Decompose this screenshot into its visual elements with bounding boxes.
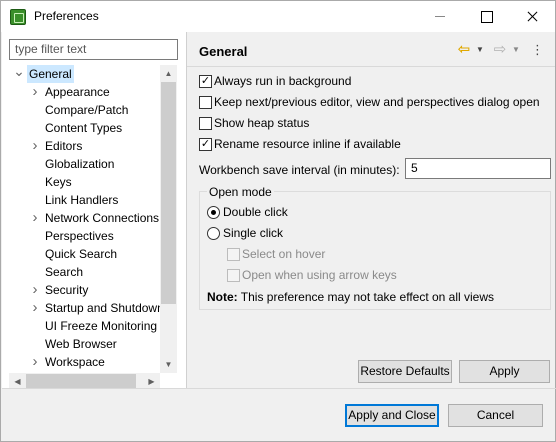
radio-selected-icon[interactable] xyxy=(207,206,220,219)
maximize-button[interactable] xyxy=(463,1,509,32)
tree-item-label: Globalization xyxy=(45,157,115,171)
checkbox-icon[interactable] xyxy=(227,248,240,261)
tree-item-label: Compare/Patch xyxy=(45,103,129,117)
eclipse-app-icon xyxy=(10,9,26,25)
preferences-nav-pane: type filter text ⌄ General › Appearance Comp… xyxy=(2,32,186,390)
collapse-chevron-icon[interactable]: › xyxy=(29,83,41,101)
window-title: Preferences xyxy=(34,9,99,23)
tree-item[interactable]: › Appearance xyxy=(9,83,177,101)
header-divider xyxy=(187,66,555,67)
scroll-thumb[interactable] xyxy=(161,82,176,304)
tree-item[interactable]: › Editors xyxy=(9,137,177,155)
tree-item-label: Perspectives xyxy=(45,229,114,243)
collapse-chevron-icon[interactable]: › xyxy=(29,281,41,299)
tree-item[interactable]: Globalization xyxy=(9,155,177,173)
collapse-chevron-icon[interactable]: › xyxy=(29,299,41,317)
tree-item-label: Editors xyxy=(45,139,83,153)
forward-arrow-icon[interactable]: ⇨ xyxy=(491,40,509,60)
apply-button[interactable]: Apply xyxy=(459,360,550,383)
tree-item[interactable]: Web Browser xyxy=(9,335,177,353)
tree-item[interactable]: › Network Connections xyxy=(9,209,177,227)
tree-item-label: Workspace xyxy=(45,355,105,369)
title-bar: Preferences xyxy=(1,1,555,32)
tree-vertical-scrollbar[interactable]: ▲ ▼ xyxy=(160,65,177,373)
checkbox-icon[interactable]: ✓ xyxy=(199,138,212,151)
tree-item-label: Search xyxy=(45,265,84,279)
footer-divider xyxy=(2,388,556,389)
apply-and-close-button[interactable]: Apply and Close xyxy=(345,404,439,427)
scroll-up-arrow-icon[interactable]: ▲ xyxy=(160,65,177,82)
page-title: General xyxy=(199,44,248,59)
scroll-down-arrow-icon[interactable]: ▼ xyxy=(160,356,177,373)
tree-item[interactable]: › Security xyxy=(9,281,177,299)
close-button[interactable] xyxy=(509,1,555,32)
restore-defaults-button[interactable]: Restore Defaults xyxy=(358,360,452,383)
tree-item-label: Appearance xyxy=(45,85,110,99)
tree-item[interactable]: › Workspace xyxy=(9,353,177,371)
checkbox-icon[interactable]: ✓ xyxy=(199,75,212,88)
tree-item-label: Startup and Shutdown xyxy=(45,301,164,315)
tree-item[interactable]: › Startup and Shutdown xyxy=(9,299,177,317)
tree-item[interactable]: Search xyxy=(9,263,177,281)
tree-item-label: Link Handlers xyxy=(45,193,119,207)
view-menu-icon[interactable]: ⋮ xyxy=(531,40,544,60)
tree-item-label: UI Freeze Monitoring xyxy=(45,319,158,333)
tree-item-label: Security xyxy=(45,283,89,297)
expand-chevron-icon[interactable]: ⌄ xyxy=(13,65,25,83)
filter-input[interactable]: type filter text xyxy=(9,39,178,60)
checkbox-icon[interactable] xyxy=(199,117,212,130)
preferences-tree: ⌄ General › Appearance Compare/Patch Content … xyxy=(9,65,177,373)
radio-unselected-icon[interactable] xyxy=(207,227,220,240)
collapse-chevron-icon[interactable]: › xyxy=(29,137,41,155)
tree-item-label: Keys xyxy=(45,175,72,189)
collapse-chevron-icon[interactable]: › xyxy=(29,209,41,227)
tree-item-label: Network Connections xyxy=(45,211,160,225)
tree-item[interactable]: Compare/Patch xyxy=(9,101,177,119)
preferences-window: Preferences type filter text ⌄ General › Ap… xyxy=(0,0,556,442)
tree-item[interactable]: ⌄ General xyxy=(9,65,177,83)
minimize-button[interactable] xyxy=(417,1,463,32)
tree-item-label: General xyxy=(27,65,74,83)
collapse-chevron-icon[interactable]: › xyxy=(29,353,41,371)
tree-item-label: Web Browser xyxy=(45,337,117,351)
back-dropdown-icon[interactable]: ▼ xyxy=(475,40,485,60)
preference-page: General ⇦ ▼ ⇨ ▼ ⋮ ✓ Always run in backgr… xyxy=(187,32,555,388)
tree-item-label: Quick Search xyxy=(45,247,118,261)
open-mode-title: Open mode xyxy=(207,185,274,199)
cancel-button[interactable]: Cancel xyxy=(448,404,543,427)
tree-item[interactable]: Link Handlers xyxy=(9,191,177,209)
checkbox-icon[interactable] xyxy=(227,269,240,282)
tree-item-label: Content Types xyxy=(45,121,123,135)
tree-item[interactable]: Content Types xyxy=(9,119,177,137)
open-mode-note: Note: This preference may not take effec… xyxy=(207,290,495,304)
back-arrow-icon[interactable]: ⇦ xyxy=(455,40,473,60)
scroll-thumb-horizontal[interactable] xyxy=(26,374,136,389)
forward-dropdown-icon[interactable]: ▼ xyxy=(511,40,521,60)
checkbox-icon[interactable] xyxy=(199,96,212,109)
save-interval-label: Workbench save interval (in minutes): xyxy=(199,163,400,177)
tree-item[interactable]: Keys xyxy=(9,173,177,191)
tree-item[interactable]: UI Freeze Monitoring xyxy=(9,317,177,335)
tree-item[interactable]: Perspectives xyxy=(9,227,177,245)
tree-item[interactable]: Quick Search xyxy=(9,245,177,263)
save-interval-input[interactable]: 5 xyxy=(405,158,551,179)
